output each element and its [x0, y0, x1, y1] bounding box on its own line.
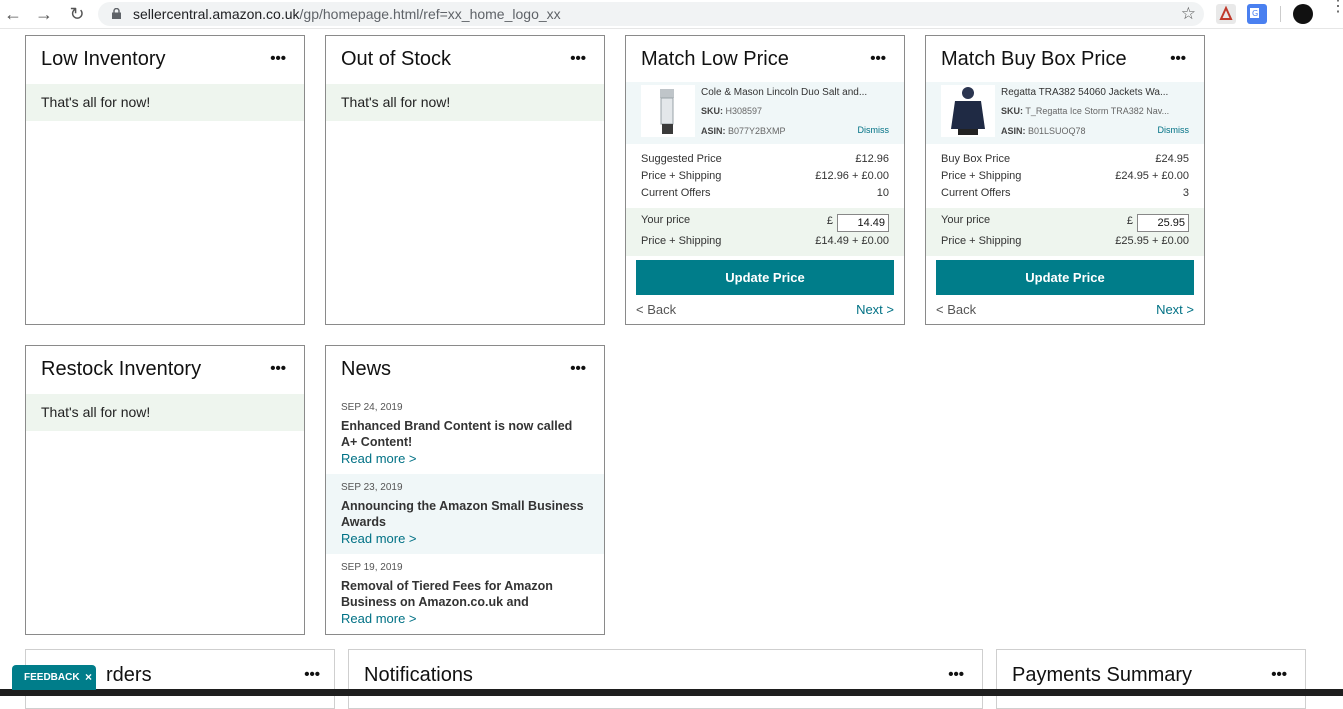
product-sku: SKU: H308597 — [701, 106, 763, 116]
product-summary: Cole & Mason Lincoln Duo Salt and... SKU… — [626, 82, 904, 144]
lock-icon — [112, 8, 121, 19]
empty-state-text: That's all for now! — [341, 94, 451, 110]
your-price-input[interactable]: 14.49 — [837, 214, 889, 232]
next-link[interactable]: Next > — [1156, 302, 1194, 317]
more-options-icon[interactable]: ••• — [270, 360, 286, 377]
news-headline[interactable]: Enhanced Brand Content is now called A+ … — [341, 418, 591, 450]
close-icon[interactable]: × — [85, 665, 92, 690]
news-item: SEP 24, 2019 Enhanced Brand Content is n… — [326, 394, 604, 474]
more-options-icon[interactable]: ••• — [870, 50, 886, 67]
your-price-label: Your price — [641, 214, 691, 226]
card-title: Match Low Price — [641, 48, 789, 70]
more-options-icon[interactable]: ••• — [270, 50, 286, 67]
restock-inventory-card: Restock Inventory ••• That's all for now… — [25, 345, 305, 635]
card-title: Notifications — [364, 664, 473, 686]
card-title: Payments Summary — [1012, 664, 1193, 686]
card-title: Restock Inventory — [41, 358, 202, 380]
more-options-icon[interactable]: ••• — [570, 360, 586, 377]
current-offers-row: Current Offers 10 — [641, 187, 889, 199]
empty-state: That's all for now! — [326, 84, 604, 121]
more-options-icon[interactable]: ••• — [948, 666, 964, 683]
news-date: SEP 19, 2019 — [341, 562, 403, 573]
product-image[interactable] — [641, 85, 695, 137]
svg-text:G: G — [1252, 9, 1258, 18]
your-price-label: Your price — [941, 214, 991, 226]
card-title: rders — [106, 664, 152, 686]
card-title: Out of Stock — [341, 48, 452, 70]
dismiss-link[interactable]: Dismiss — [1158, 125, 1190, 135]
read-more-link[interactable]: Read more > — [341, 611, 417, 626]
update-price-button[interactable]: Update Price — [936, 260, 1194, 295]
more-options-icon[interactable]: ••• — [570, 50, 586, 67]
suggested-price-row: Suggested Price £12.96 — [641, 153, 889, 165]
more-options-icon[interactable]: ••• — [1271, 666, 1287, 683]
out-of-stock-card: Out of Stock ••• That's all for now! — [325, 35, 605, 325]
empty-state: That's all for now! — [26, 84, 304, 121]
glow-extension-icon[interactable] — [1293, 4, 1313, 24]
match-low-price-card: Match Low Price ••• Cole & Mason Lincoln… — [625, 35, 905, 325]
more-options-icon[interactable]: ••• — [1170, 50, 1186, 67]
read-more-link[interactable]: Read more > — [341, 531, 417, 546]
read-more-link[interactable]: Read more > — [341, 451, 417, 466]
forward-arrow-icon[interactable]: → — [33, 3, 55, 25]
product-asin: ASIN: B01LSUOQ78 — [1001, 126, 1086, 136]
news-headline[interactable]: Announcing the Amazon Small Business Awa… — [341, 498, 591, 530]
more-options-icon[interactable]: ••• — [304, 666, 320, 683]
your-price-input[interactable]: 25.95 — [1137, 214, 1189, 232]
translate-extension-icon[interactable]: G — [1247, 4, 1267, 24]
news-date: SEP 24, 2019 — [341, 402, 403, 413]
back-arrow-icon[interactable]: ← — [2, 3, 24, 25]
card-title: Low Inventory — [41, 48, 166, 70]
empty-state-text: That's all for now! — [41, 94, 151, 110]
product-name[interactable]: Regatta TRA382 54060 Jackets Wa... — [1001, 87, 1168, 98]
news-headline[interactable]: Removal of Tiered Fees for Amazon Busine… — [341, 578, 591, 610]
bookmark-star-icon[interactable]: ☆ — [1181, 4, 1196, 24]
card-title: Match Buy Box Price — [941, 48, 1127, 70]
url-text: sellercentral.amazon.co.uk/gp/homepage.h… — [133, 6, 561, 22]
back-link[interactable]: < Back — [636, 302, 676, 317]
feedback-button[interactable]: FEEDBACK × — [12, 665, 96, 690]
browser-toolbar: ← → ↻ sellercentral.amazon.co.uk/gp/home… — [0, 0, 1343, 29]
product-sku: SKU: T_Regatta Ice Storm TRA382 Nav... — [1001, 106, 1170, 116]
card-title: News — [341, 358, 392, 380]
currency-symbol: £ — [1126, 215, 1133, 227]
toolbar-divider — [1280, 6, 1281, 22]
update-price-button[interactable]: Update Price — [636, 260, 894, 295]
currency-symbol: £ — [826, 215, 833, 227]
match-buy-box-card: Match Buy Box Price ••• Regatta TRA382 5… — [925, 35, 1205, 325]
payments-summary-card: Payments Summary ••• — [996, 649, 1306, 709]
price-shipping-row: Price + Shipping £12.96 + £0.00 — [641, 170, 889, 182]
next-link[interactable]: Next > — [856, 302, 894, 317]
taskbar — [0, 689, 1343, 696]
address-bar[interactable]: sellercentral.amazon.co.uk/gp/homepage.h… — [98, 2, 1204, 26]
news-card: News ••• SEP 24, 2019 Enhanced Brand Con… — [325, 345, 605, 635]
back-link[interactable]: < Back — [936, 302, 976, 317]
empty-state: That's all for now! — [26, 394, 304, 431]
your-price-shipping-row: Price + Shipping £25.95 + £0.00 — [941, 235, 1189, 247]
pdf-extension-icon[interactable] — [1216, 4, 1236, 24]
product-image[interactable] — [941, 85, 995, 137]
current-offers-row: Current Offers 3 — [941, 187, 1189, 199]
your-price-section: Your price £ 14.49 Price + Shipping £14.4… — [626, 208, 904, 256]
reload-icon[interactable]: ↻ — [66, 3, 88, 25]
news-item: SEP 23, 2019 Announcing the Amazon Small… — [326, 474, 604, 554]
product-name[interactable]: Cole & Mason Lincoln Duo Salt and... — [701, 87, 867, 98]
news-item: SEP 19, 2019 Removal of Tiered Fees for … — [326, 554, 604, 634]
low-inventory-card: Low Inventory ••• That's all for now! — [25, 35, 305, 325]
price-shipping-row: Price + Shipping £24.95 + £0.00 — [941, 170, 1189, 182]
your-price-shipping-row: Price + Shipping £14.49 + £0.00 — [641, 235, 889, 247]
buy-box-price-row: Buy Box Price £24.95 — [941, 153, 1189, 165]
news-date: SEP 23, 2019 — [341, 482, 403, 493]
notifications-card: Notifications ••• — [348, 649, 983, 709]
your-price-section: Your price £ 25.95 Price + Shipping £25.9… — [926, 208, 1204, 256]
product-asin: ASIN: B077Y2BXMP — [701, 126, 786, 136]
browser-menu-icon[interactable]: ⋮ — [1330, 0, 1343, 15]
dismiss-link[interactable]: Dismiss — [858, 125, 890, 135]
product-summary: Regatta TRA382 54060 Jackets Wa... SKU: … — [926, 82, 1204, 144]
empty-state-text: That's all for now! — [41, 404, 151, 420]
